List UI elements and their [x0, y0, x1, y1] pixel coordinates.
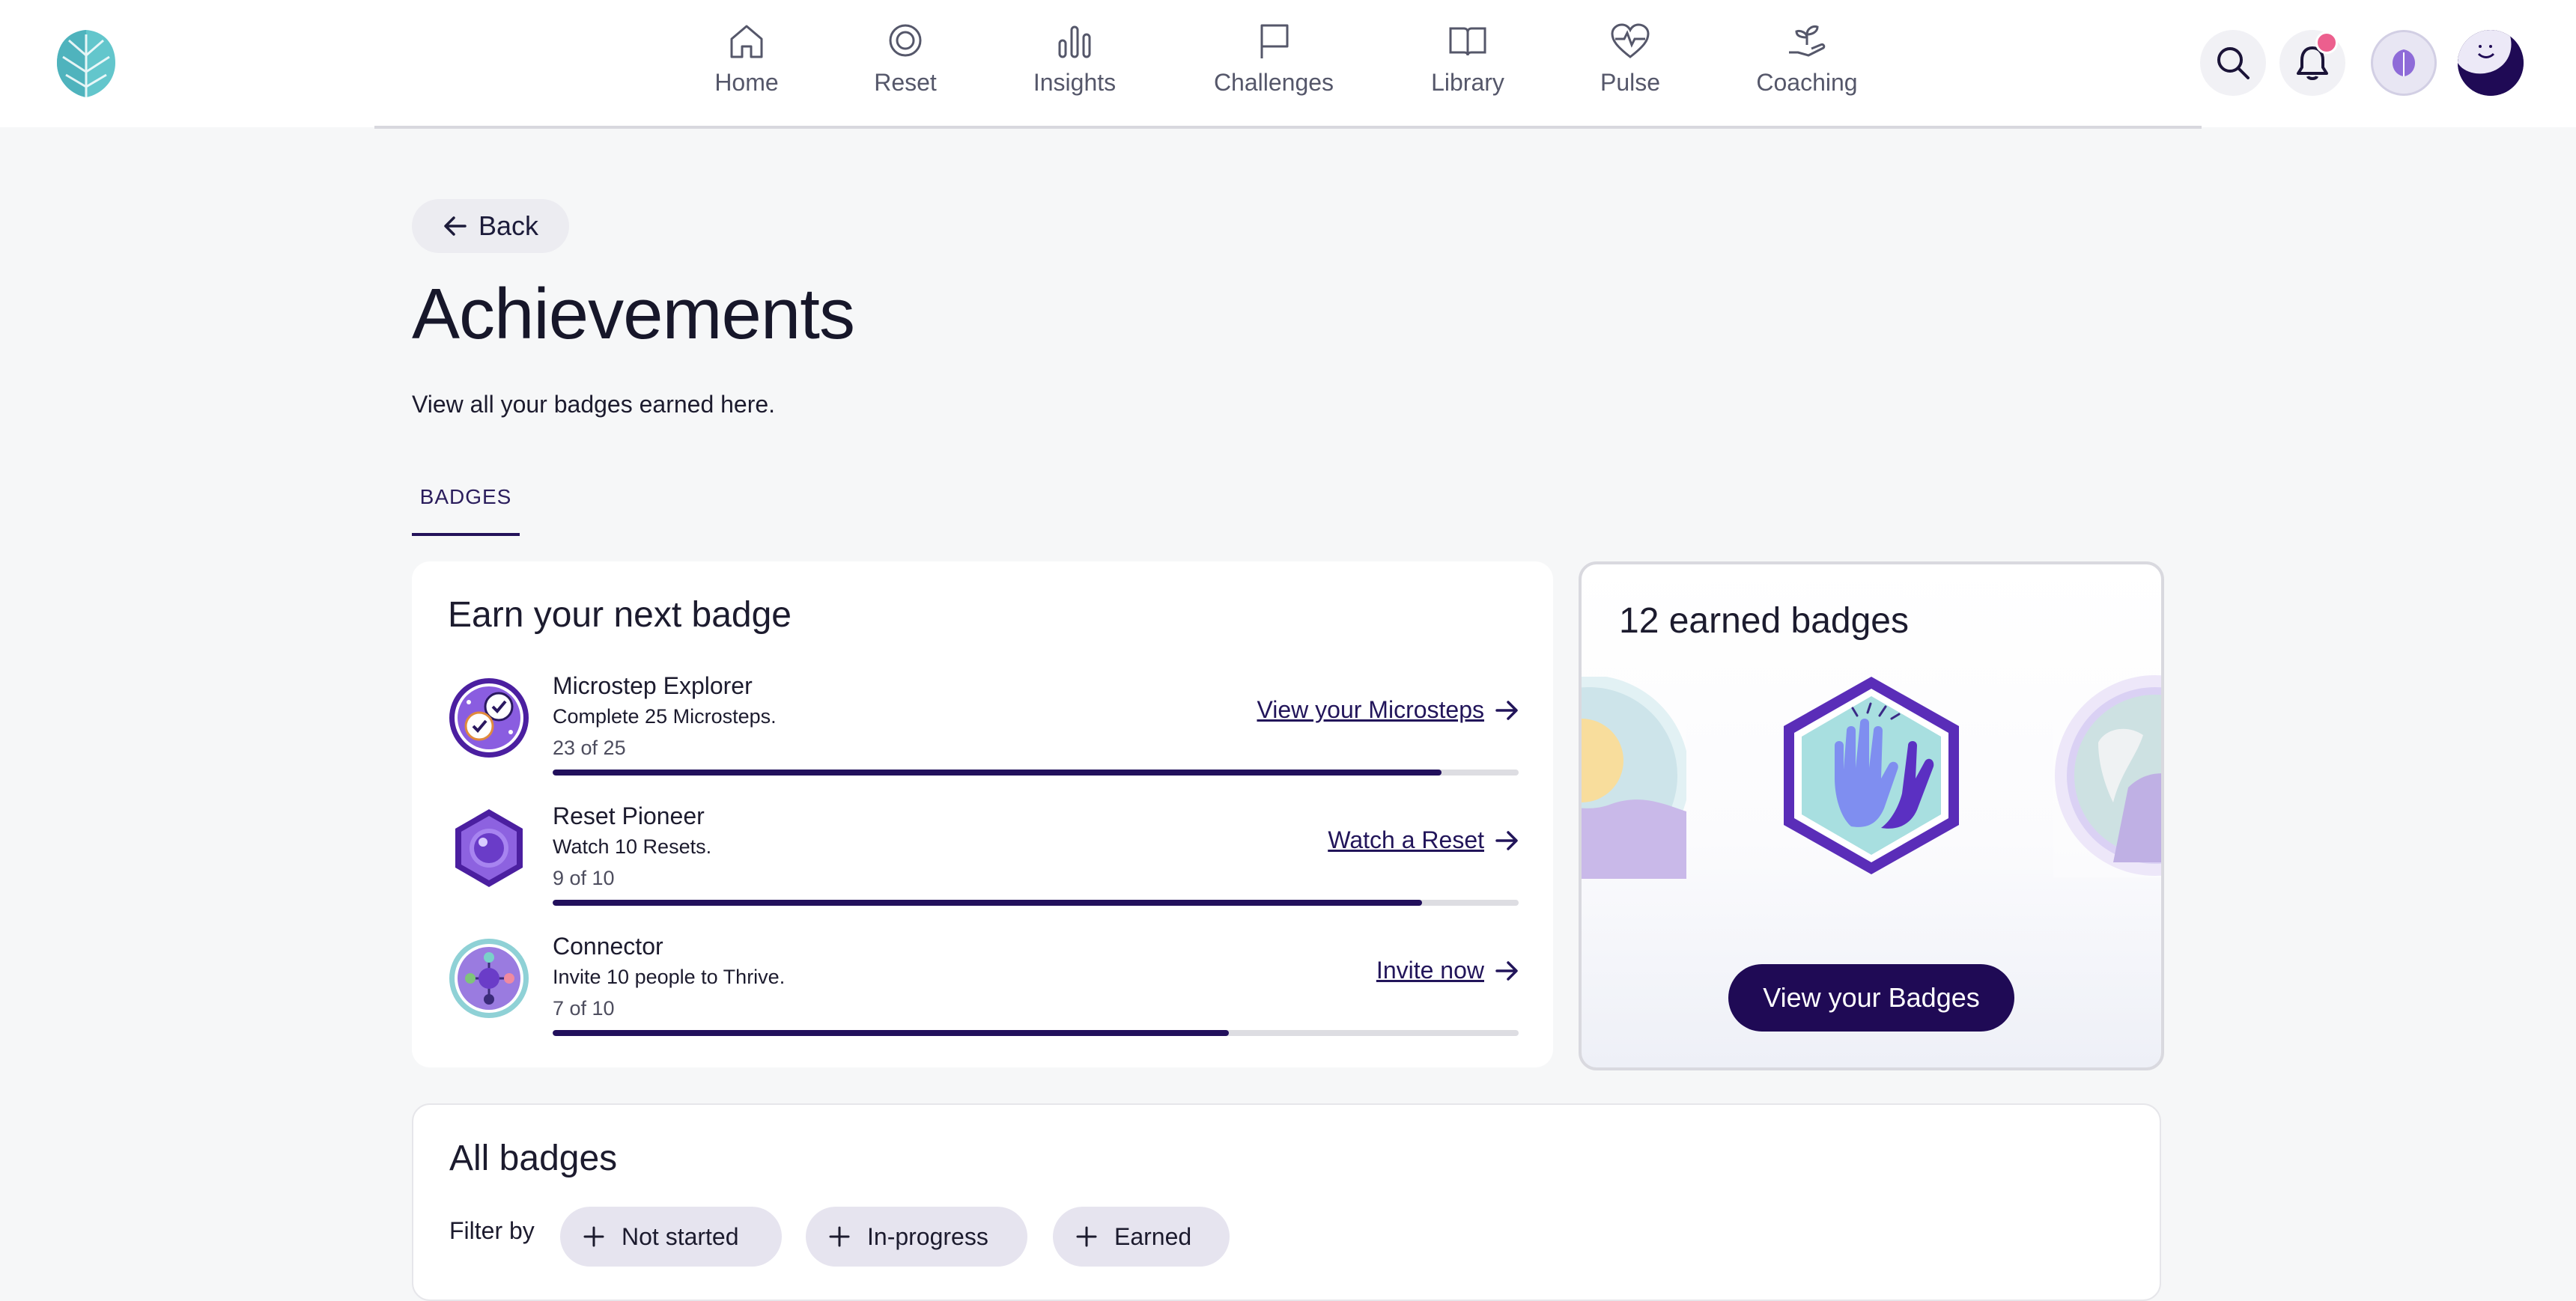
nav-library-label: Library — [1431, 69, 1504, 96]
filter-label: Filter by — [449, 1217, 535, 1244]
progress-bar-fill — [553, 1030, 1229, 1036]
filter-chip-label: In-progress — [867, 1222, 988, 1250]
active-tab-indicator — [412, 533, 520, 536]
arrow-left-icon — [444, 216, 467, 236]
view-badges-label: View your Badges — [1763, 982, 1980, 1013]
thrive-logo-icon[interactable] — [52, 25, 120, 100]
link-label: View your Microsteps — [1257, 696, 1484, 723]
badge-description: Watch 10 Resets. — [553, 835, 712, 858]
page-subtitle: View all your badges earned here. — [412, 391, 776, 418]
all-badges-card: All badges Filter by Not started In-prog… — [412, 1103, 2161, 1301]
reset-icon — [889, 24, 922, 57]
filter-chip-label: Earned — [1114, 1222, 1192, 1250]
invite-now-link[interactable]: Invite now — [1376, 957, 1519, 984]
tab-badges[interactable]: BADGES — [412, 485, 520, 536]
notification-dot — [2315, 31, 2338, 54]
link-label: Invite now — [1376, 957, 1484, 984]
back-button[interactable]: Back — [412, 199, 569, 253]
earned-badges-title: 12 earned badges — [1619, 601, 1909, 641]
flag-icon — [1260, 24, 1289, 58]
search-icon — [2217, 47, 2250, 79]
next-badge-card: Earn your next badge Microstep Explorer … — [412, 561, 1553, 1067]
badge-progress-text: 9 of 10 — [553, 867, 615, 889]
nav-challenges[interactable]: Challenges — [1210, 22, 1337, 112]
search-button[interactable] — [2200, 30, 2266, 96]
user-avatar-icon — [2458, 30, 2524, 96]
tab-badges-label: BADGES — [419, 485, 512, 508]
user-avatar-button[interactable] — [2458, 30, 2524, 96]
progress-bar — [553, 770, 1519, 776]
nav-home[interactable]: Home — [711, 22, 782, 112]
nav-pulse-label: Pulse — [1600, 69, 1661, 96]
coaching-icon — [1789, 25, 1826, 57]
connector-badge-icon — [449, 939, 529, 1018]
view-microsteps-link[interactable]: View your Microsteps — [1257, 696, 1519, 724]
badge-name: Connector — [553, 933, 663, 960]
badge-row: Connector Invite 10 people to Thrive. 7 … — [448, 933, 1519, 1057]
arrow-right-icon — [1495, 960, 1518, 981]
nav-insights-label: Insights — [1033, 69, 1117, 96]
badge-progress-text: 23 of 25 — [553, 737, 626, 759]
badge-name: Reset Pioneer — [553, 802, 705, 829]
arrow-right-icon — [1495, 700, 1518, 720]
badge-row: Microstep Explorer Complete 25 Microstep… — [448, 672, 1519, 796]
progress-bar — [553, 900, 1519, 906]
company-avatar-button[interactable] — [2371, 30, 2437, 96]
high-five-badge-icon[interactable] — [1779, 674, 1963, 877]
nav-reset-label: Reset — [874, 69, 937, 96]
all-badges-title: All badges — [449, 1139, 618, 1178]
company-logo-icon — [2393, 49, 2415, 76]
nav-coaching[interactable]: Coaching — [1752, 22, 1862, 112]
filter-not-started[interactable]: Not started — [560, 1207, 782, 1267]
progress-bar-fill — [553, 770, 1442, 776]
book-icon — [1449, 27, 1486, 56]
insights-icon — [1058, 25, 1091, 58]
sun-badge-icon — [1582, 677, 1686, 879]
link-label: Watch a Reset — [1328, 826, 1484, 853]
reset-badge-icon — [455, 809, 523, 887]
progress-bar — [553, 1030, 1519, 1036]
watch-reset-link[interactable]: Watch a Reset — [1328, 826, 1519, 854]
topbar-divider — [374, 126, 2202, 129]
home-icon — [730, 25, 763, 58]
microstep-badge-icon — [449, 678, 529, 758]
nav-reset[interactable]: Reset — [872, 22, 939, 112]
nav-library[interactable]: Library — [1427, 22, 1508, 112]
nav-pulse[interactable]: Pulse — [1598, 22, 1662, 112]
filter-in-progress[interactable]: In-progress — [806, 1207, 1027, 1267]
progress-bar-fill — [553, 900, 1422, 906]
top-navigation-bar: Home Reset Insights Challenges Library P… — [0, 0, 2576, 127]
mountain-badge-icon — [2053, 675, 2161, 877]
nav-home-label: Home — [714, 69, 779, 96]
badge-row: Reset Pioneer Watch 10 Resets. 9 of 10 W… — [448, 802, 1519, 927]
notifications-button[interactable] — [2279, 30, 2345, 96]
earned-badges-card: 12 earned badges View your Badges — [1579, 561, 2164, 1070]
page-title: Achievements — [412, 274, 855, 354]
filter-earned[interactable]: Earned — [1053, 1207, 1230, 1267]
next-badge-title: Earn your next badge — [448, 595, 792, 635]
plus-icon — [1076, 1226, 1097, 1247]
arrow-right-icon — [1495, 830, 1518, 850]
filter-chip-label: Not started — [622, 1222, 739, 1250]
heart-pulse-icon — [1611, 23, 1650, 58]
badge-description: Invite 10 people to Thrive. — [553, 966, 786, 988]
badge-progress-text: 7 of 10 — [553, 997, 615, 1020]
back-label: Back — [478, 210, 539, 241]
plus-icon — [583, 1226, 604, 1247]
nav-insights[interactable]: Insights — [1029, 22, 1120, 112]
nav-challenges-label: Challenges — [1213, 69, 1334, 96]
nav-coaching-label: Coaching — [1756, 69, 1858, 96]
view-badges-button[interactable]: View your Badges — [1728, 964, 2014, 1032]
badge-name: Microstep Explorer — [553, 672, 753, 699]
badge-description: Complete 25 Microsteps. — [553, 705, 777, 728]
plus-icon — [829, 1226, 850, 1247]
